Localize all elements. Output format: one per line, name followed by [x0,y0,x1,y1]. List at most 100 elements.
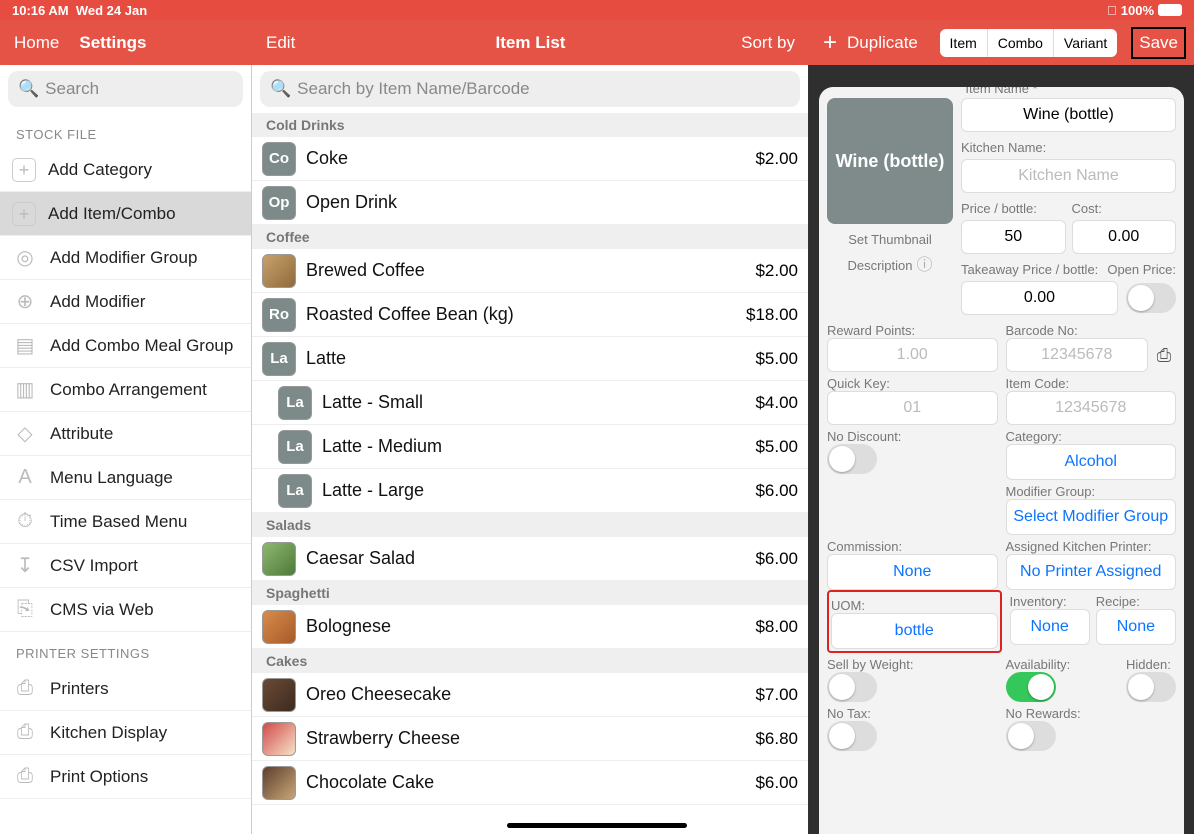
norewards-toggle[interactable] [1006,721,1056,751]
item-row[interactable]: LaLatte - Large$6.00 [252,469,808,513]
sidebar-item[interactable]: ↧CSV Import [0,544,251,588]
nodiscount-toggle[interactable] [827,444,877,474]
wifi-icon: 􀙇 [1107,3,1117,18]
uom-button[interactable]: bottle [831,613,998,649]
seg-variant[interactable]: Variant [1053,29,1117,57]
inventory-button[interactable]: None [1010,609,1090,645]
category-header: Salads [252,513,808,537]
item-row[interactable]: RoRoasted Coffee Bean (kg)$18.00 [252,293,808,337]
sidebar-icon: + [12,202,36,226]
notax-toggle[interactable] [827,721,877,751]
info-icon[interactable]: ⓘ [917,251,933,275]
item-name: Coke [306,148,348,169]
search-icon: 🔍 [18,79,39,99]
item-name: Chocolate Cake [306,772,434,793]
sidebar-item[interactable]: ▤Add Combo Meal Group [0,324,251,368]
item-row[interactable]: OpOpen Drink [252,181,808,225]
item-row[interactable]: LaLatte$5.00 [252,337,808,381]
item-price: $6.00 [755,549,798,569]
item-thumb: Co [262,142,296,176]
item-list: 🔍Search by Item Name/Barcode Cold Drinks… [252,65,809,834]
category-button[interactable]: Alcohol [1006,444,1177,480]
item-row[interactable]: CoCoke$2.00 [252,137,808,181]
itemcode-input[interactable]: 12345678 [1006,391,1177,425]
category-header: Spaghetti [252,581,808,605]
item-price: $7.00 [755,685,798,705]
recipe-button[interactable]: None [1096,609,1176,645]
takeaway-input[interactable]: 0.00 [961,281,1118,315]
nav-settings[interactable]: Settings [79,33,146,53]
item-thumb [262,766,296,800]
weight-toggle[interactable] [827,672,877,702]
sidebar-item[interactable]: ⎙Print Options [0,755,251,799]
item-row[interactable]: Caesar Salad$6.00 [252,537,808,581]
nav-sort[interactable]: Sort by [741,33,795,53]
sidebar-item[interactable]: AMenu Language [0,456,251,500]
barcode-input[interactable]: 12345678 [1006,338,1149,372]
price-input[interactable]: 50 [961,220,1066,254]
nav-home[interactable]: Home [14,33,59,53]
sidebar-item[interactable]: ⏱Time Based Menu [0,500,251,544]
sidebar-item[interactable]: +Add Item/Combo [0,192,251,236]
item-row[interactable]: Oreo Cheesecake$7.00 [252,673,808,717]
seg-item[interactable]: Item [940,29,987,57]
set-thumbnail[interactable]: Set Thumbnail [848,228,932,247]
cost-input[interactable]: 0.00 [1072,220,1177,254]
item-thumb: Op [262,186,296,220]
item-row[interactable]: Strawberry Cheese$6.80 [252,717,808,761]
item-thumb: La [262,342,296,376]
availability-toggle[interactable] [1006,672,1056,702]
barcode-scan-icon[interactable]: ⎙ [1152,345,1176,366]
item-row[interactable]: LaLatte - Small$4.00 [252,381,808,425]
modgroup-button[interactable]: Select Modifier Group [1006,499,1177,535]
item-row[interactable]: Brewed Coffee$2.00 [252,249,808,293]
item-name-input[interactable]: Wine (bottle) [961,98,1176,132]
sidebar-item[interactable]: ⊕Add Modifier [0,280,251,324]
item-price: $6.00 [755,481,798,501]
seg-combo[interactable]: Combo [987,29,1053,57]
commission-button[interactable]: None [827,554,998,590]
printer-button[interactable]: No Printer Assigned [1006,554,1177,590]
item-name: Latte - Large [322,480,424,501]
nav-edit[interactable]: Edit [266,33,295,53]
item-row[interactable]: LaLatte - Medium$5.00 [252,425,808,469]
sidebar-item[interactable]: ⎙Kitchen Display [0,711,251,755]
battery-icon [1158,4,1182,16]
search-icon: 🔍 [270,79,291,99]
sidebar-item[interactable]: ⎘CMS via Web [0,588,251,632]
sidebar-item[interactable]: ⎙Printers [0,667,251,711]
item-thumb: Ro [262,298,296,332]
nav-duplicate[interactable]: Duplicate [847,33,918,53]
save-button[interactable]: Save [1131,27,1186,59]
sidebar-item[interactable]: ▥Combo Arrangement [0,368,251,412]
sidebar-icon: ◎ [12,245,38,271]
nav-title: Item List [496,33,566,53]
hidden-toggle[interactable] [1126,672,1176,702]
item-row[interactable]: Chocolate Cake$6.00 [252,761,808,805]
thumbnail[interactable]: Wine (bottle) [827,98,953,224]
sidebar-icon: ⎙ [12,720,38,746]
sidebar-search[interactable]: 🔍Search [8,71,243,107]
reward-input[interactable]: 1.00 [827,338,998,372]
item-row[interactable]: Bolognese$8.00 [252,605,808,649]
sidebar-icon: ↧ [12,553,38,579]
sidebar-item[interactable]: ◎Add Modifier Group [0,236,251,280]
plus-icon[interactable]: + [823,29,837,57]
sidebar-icon: ⎙ [12,676,38,702]
sidebar-icon: ⎙ [12,764,38,790]
item-search[interactable]: 🔍Search by Item Name/Barcode [260,71,800,107]
open-price-toggle[interactable] [1126,283,1176,313]
sidebar: 🔍Search STOCK FILE +Add Category+Add Ite… [0,65,252,834]
item-thumb [262,254,296,288]
category-header: Cold Drinks [252,113,808,137]
sidebar-item[interactable]: ◇Attribute [0,412,251,456]
quickkey-input[interactable]: 01 [827,391,998,425]
item-name-label: Item Name * [827,87,1176,96]
item-name: Latte [306,348,346,369]
section-stock: STOCK FILE [0,113,251,148]
segmented-control[interactable]: Item Combo Variant [940,29,1118,57]
sidebar-icon: + [12,158,36,182]
sidebar-icon: ▥ [12,377,38,403]
kitchen-name-input[interactable]: Kitchen Name [961,159,1176,193]
sidebar-item[interactable]: +Add Category [0,148,251,192]
